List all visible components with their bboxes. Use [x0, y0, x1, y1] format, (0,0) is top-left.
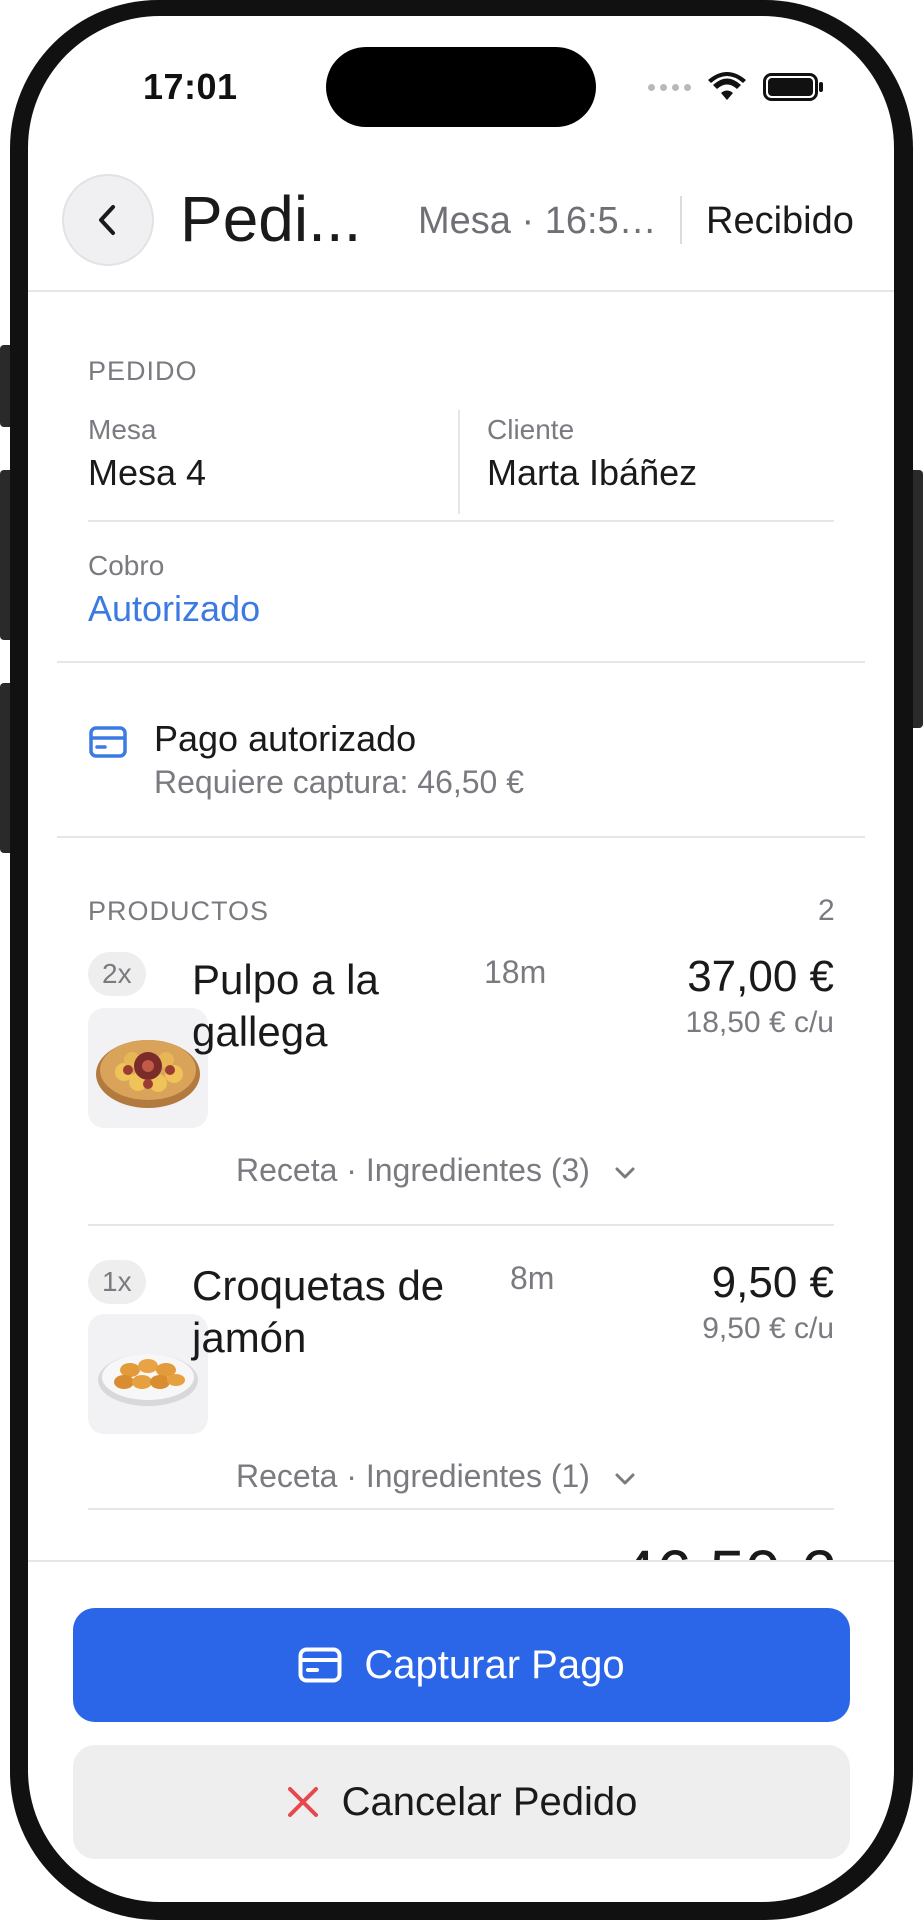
- close-icon: [287, 1787, 318, 1817]
- client-value: Marta Ibáñez: [487, 452, 698, 493]
- product-unit-price: 9,50 € c/u: [702, 1312, 834, 1345]
- item-divider: [88, 1224, 834, 1226]
- table-label: Mesa: [88, 414, 157, 445]
- recipe-toggle[interactable]: Receta · Ingredientes (3): [236, 1152, 637, 1189]
- dynamic-island: [326, 47, 596, 127]
- cancel-order-label: Cancelar Pedido: [341, 1779, 638, 1824]
- table-value: Mesa 4: [88, 452, 207, 493]
- recipe-label: Receta · Ingredientes (3): [236, 1152, 590, 1188]
- product-image: [88, 1314, 208, 1434]
- status-icons: [648, 70, 825, 104]
- credit-card-icon: [298, 1647, 342, 1683]
- order-meta: Mesa · 16:55 ·...: [418, 200, 658, 242]
- product-name: Pulpo a la gallega: [192, 956, 379, 1055]
- cellular-signal-icon: [648, 83, 691, 91]
- chevron-down-icon: [615, 1167, 635, 1179]
- product-total: 9,50 €: [711, 1258, 834, 1307]
- battery-icon: [763, 73, 823, 101]
- footer-divider: [28, 1560, 894, 1562]
- section-divider: [57, 836, 865, 838]
- recipe-toggle[interactable]: Receta · Ingredientes (1): [236, 1458, 637, 1495]
- order-section-title: PEDIDO: [88, 356, 198, 386]
- product-image: [88, 1008, 208, 1128]
- product-prep-time: 8m: [510, 1260, 555, 1296]
- quantity-badge: 1x: [88, 1260, 146, 1304]
- product-name: Croquetas de jamón: [192, 1262, 445, 1361]
- wifi-icon: [708, 72, 746, 100]
- client-label: Cliente: [487, 414, 575, 445]
- capture-payment-button[interactable]: Capturar Pago: [73, 1608, 850, 1722]
- order-status: Recibido: [706, 200, 854, 242]
- back-button[interactable]: [62, 174, 154, 266]
- order-total: 46,50 €: [498, 1536, 834, 1560]
- order-content[interactable]: PEDIDO Mesa Mesa 4 Cliente Marta Ibáñez …: [28, 292, 894, 1560]
- item-divider: [88, 1508, 834, 1510]
- payment-title: Pago autorizado: [154, 718, 417, 759]
- charge-label: Cobro: [88, 550, 165, 581]
- section-divider: [57, 661, 865, 663]
- cancel-order-button[interactable]: Cancelar Pedido: [73, 1745, 850, 1859]
- octopus-dish-image: [96, 1040, 200, 1108]
- navigation-header: Pedi... Mesa · 16:55 ·... Recibido: [28, 160, 894, 292]
- field-row-divider: [88, 520, 834, 522]
- recipe-label: Receta · Ingredientes (1): [236, 1458, 590, 1494]
- product-prep-time: 18m: [484, 954, 547, 990]
- product-total: 37,00 €: [687, 952, 834, 1001]
- capture-payment-label: Capturar Pago: [364, 1642, 625, 1687]
- chevron-left-icon: [99, 205, 115, 235]
- chevron-down-icon: [615, 1473, 635, 1485]
- charge-value: Autorizado: [88, 588, 261, 629]
- payment-subtitle: Requiere captura: 46,50 €: [154, 764, 525, 800]
- croquettes-dish-image: [98, 1354, 198, 1406]
- quantity-badge: 2x: [88, 952, 146, 996]
- header-divider: [680, 196, 682, 244]
- products-count: 2: [818, 894, 836, 927]
- products-section-title: PRODUCTOS: [88, 896, 270, 926]
- field-divider: [458, 410, 460, 514]
- credit-card-icon: [89, 726, 127, 758]
- status-time: 17:01: [143, 66, 238, 107]
- product-unit-price: 18,50 € c/u: [685, 1006, 834, 1039]
- page-title: Pedi...: [180, 183, 362, 255]
